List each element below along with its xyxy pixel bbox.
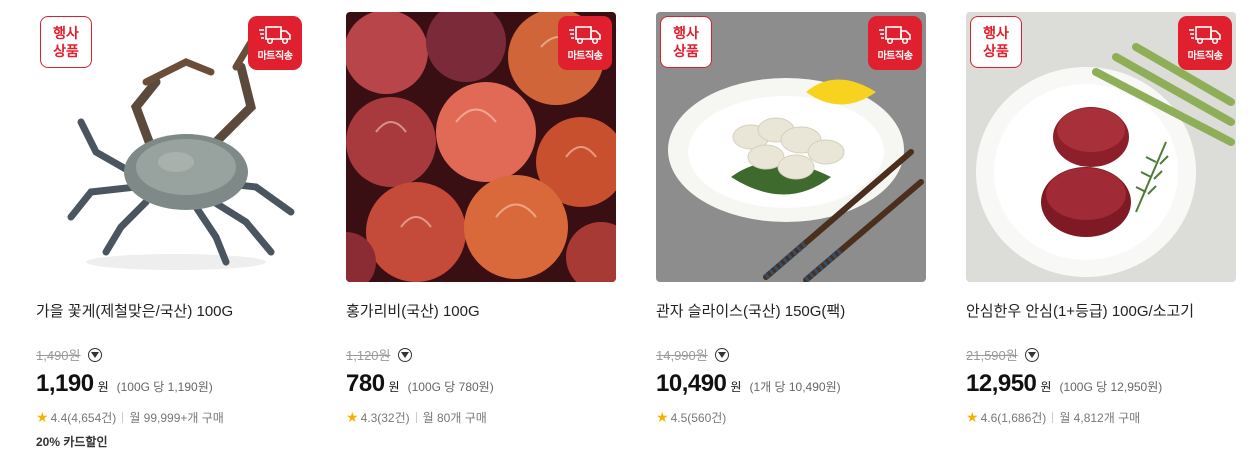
product-name[interactable]: 가을 꽃게(제철맞은/국산) 100G [36,300,233,321]
price-detail-toggle[interactable] [397,347,412,362]
monthly-purchases: 월 4,812개 구매 [1059,411,1141,425]
event-product-badge: 행사 상품 [970,16,1022,68]
rating-row: ★ 4.3(32건) 월 80개 구매 [346,409,487,426]
mart-delivery-badge: 마트직송 [868,16,922,70]
rating-row: ★ 4.6(1,686건) 월 4,812개 구매 [966,409,1140,426]
card-discount-label: 20% 카드할인 [36,435,108,449]
star-icon: ★ [346,409,359,425]
currency-label: 원 [388,380,400,394]
sale-price: 10,490 [656,370,727,397]
chevron-down-icon [1027,351,1036,358]
rating-text[interactable]: 4.3(32건) [361,409,410,426]
mart-badge-label: 마트직송 [1187,50,1223,62]
original-price-row: 21,590원 [966,345,1039,364]
sale-price: 1,190 [36,370,94,397]
delivery-truck-icon [1189,25,1221,44]
rating-text[interactable]: 4.6(1,686건) [981,409,1047,426]
product-card[interactable]: 마트직송 홍가리비(국산) 100G 1,120원 780 원 (100G 당 … [346,12,616,425]
mart-badge-label: 마트직송 [567,50,603,62]
original-price: 1,490원 [36,348,81,363]
currency-label: 원 [97,380,109,394]
unit-price: (100G 당 1,190원) [116,380,213,394]
price-row: 10,490 원 (1개 당 10,490원) [656,370,841,398]
monthly-purchases: 월 80개 구매 [422,411,487,425]
product-image[interactable]: 행사 상품 마트직송 [36,12,306,282]
original-price-row: 1,490원 [36,345,102,364]
divider [122,412,124,423]
mart-delivery-badge: 마트직송 [558,16,612,70]
price-row: 1,190 원 (100G 당 1,190원) [36,370,213,398]
product-image[interactable]: 마트직송 [346,12,616,282]
product-name[interactable]: 안심한우 안심(1+등급) 100G/소고기 [966,300,1194,321]
delivery-truck-icon [259,25,291,44]
original-price: 1,120원 [346,348,391,363]
mart-delivery-badge: 마트직송 [1178,16,1232,70]
event-badge-line2: 상품 [983,43,1009,59]
product-card[interactable]: 행사 상품 마트직송 관자 슬라이스(국산) 150G(팩) 14,990원 1… [656,12,926,425]
chevron-down-icon [400,351,409,358]
price-detail-toggle[interactable] [87,347,102,362]
original-price-row: 1,120원 [346,345,412,364]
chevron-down-icon [717,351,726,358]
mart-badge-label: 마트직송 [877,50,913,62]
star-icon: ★ [656,409,669,425]
product-name[interactable]: 관자 슬라이스(국산) 150G(팩) [656,300,845,321]
original-price: 21,590원 [966,348,1018,363]
price-detail-toggle[interactable] [714,347,729,362]
event-badge-line2: 상품 [673,43,699,59]
rating-row: ★ 4.4(4,654건) 월 99,999+개 구매 [36,409,224,426]
original-price: 14,990원 [656,348,708,363]
unit-price: (100G 당 12,950원) [1059,380,1163,394]
rating-row: ★ 4.5(560건) [656,409,726,426]
chevron-down-icon [90,351,99,358]
product-card[interactable]: 행사 상품 마트직송 안심한우 안심(1+등급) 100G/소고기 21,590… [966,12,1236,425]
event-product-badge: 행사 상품 [660,16,712,68]
product-name[interactable]: 홍가리비(국산) 100G [346,300,480,321]
original-price-row: 14,990원 [656,345,729,364]
mart-delivery-badge: 마트직송 [248,16,302,70]
event-badge-line1: 행사 [53,25,79,41]
unit-price: (100G 당 780원) [407,380,494,394]
unit-price: (1개 당 10,490원) [749,380,841,394]
mart-badge-label: 마트직송 [257,50,293,62]
product-image[interactable]: 행사 상품 마트직송 [966,12,1236,282]
rating-text[interactable]: 4.5(560건) [671,409,727,426]
sale-price: 12,950 [966,370,1037,397]
star-icon: ★ [36,409,49,425]
event-badge-line2: 상품 [53,43,79,59]
delivery-truck-icon [879,25,911,44]
product-card[interactable]: 행사 상품 마트직송 가을 꽃게(제철맞은/국산) 100G 1,490원 1,… [36,12,306,449]
event-product-badge: 행사 상품 [40,16,92,68]
price-row: 780 원 (100G 당 780원) [346,370,494,398]
currency-label: 원 [730,380,742,394]
divider [1052,412,1054,423]
divider [415,412,417,423]
product-grid: 행사 상품 마트직송 가을 꽃게(제철맞은/국산) 100G 1,490원 1,… [0,0,1255,475]
monthly-purchases: 월 99,999+개 구매 [129,411,224,425]
event-badge-line1: 행사 [673,25,699,41]
sale-price: 780 [346,370,385,397]
star-icon: ★ [966,409,979,425]
price-row: 12,950 원 (100G 당 12,950원) [966,370,1162,398]
product-image[interactable]: 행사 상품 마트직송 [656,12,926,282]
rating-text[interactable]: 4.4(4,654건) [51,409,117,426]
price-detail-toggle[interactable] [1024,347,1039,362]
currency-label: 원 [1040,380,1052,394]
delivery-truck-icon [569,25,601,44]
event-badge-line1: 행사 [983,25,1009,41]
